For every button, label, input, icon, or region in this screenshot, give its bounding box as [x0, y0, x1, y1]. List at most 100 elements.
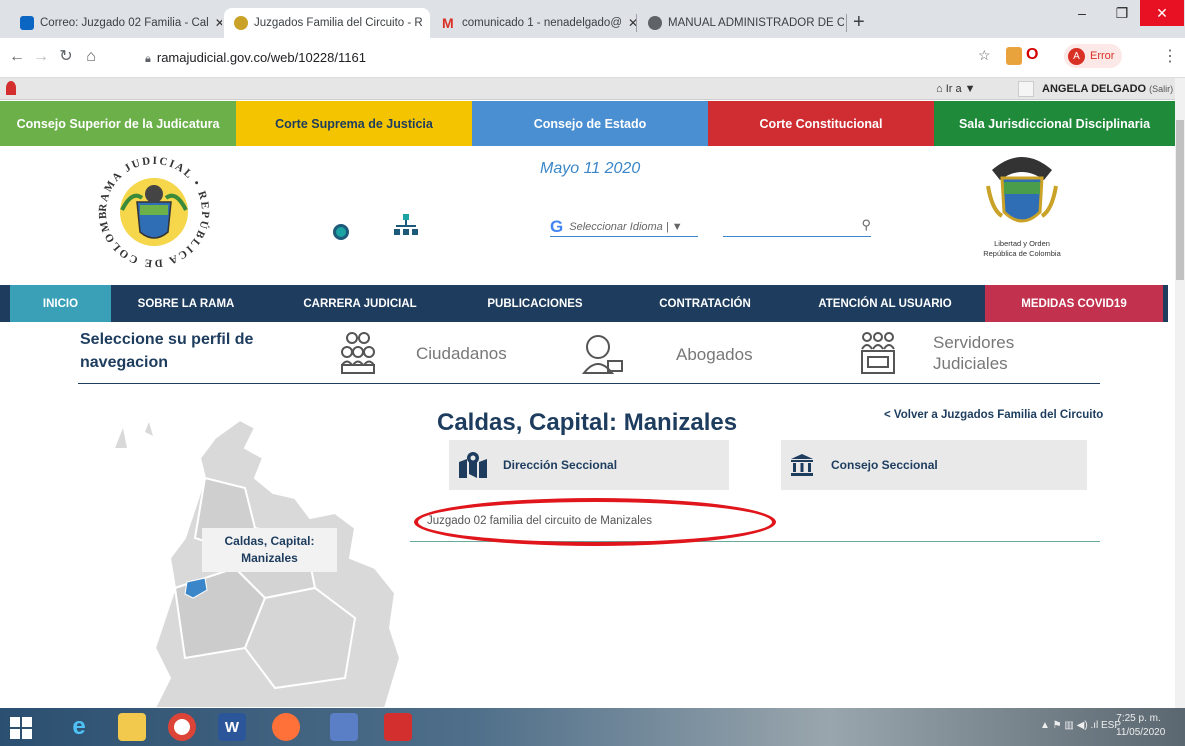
url-text: ramajudicial.gov.co/web/10228/1161 — [156, 50, 366, 65]
seal-caption-line1: Libertad y Orden — [994, 239, 1050, 248]
avatar: A — [1068, 47, 1085, 65]
profile-abogados[interactable]: Abogados — [580, 330, 770, 378]
lawyer-icon — [581, 335, 623, 374]
back-to-juzgados-link[interactable]: < Volver a Juzgados Familia del Circuito — [884, 409, 1103, 421]
back-arrow-icon[interactable]: ← — [6, 46, 28, 68]
map-tooltip: Caldas, Capital: Manizales — [202, 528, 337, 572]
menu-icon[interactable]: ⋮ — [1162, 46, 1178, 66]
map-marker-icon — [459, 452, 487, 478]
browser-tab-correo[interactable]: Correo: Juzgado 02 Familia - Cal ✕ — [10, 8, 222, 38]
user-avatar — [1018, 81, 1034, 97]
red-highlight-circle — [414, 498, 776, 546]
user-name: ANGELA DELGADO — [1042, 83, 1147, 95]
map-tooltip-line1: Caldas, Capital: — [224, 534, 315, 548]
nav-carrera-judicial[interactable]: CARRERA JUDICIAL — [290, 285, 430, 322]
forward-arrow-icon[interactable]: → — [30, 46, 52, 68]
eye-accessibility-icon[interactable] — [333, 224, 349, 240]
taskbar-clock[interactable]: 7:25 p. m. 11/05/2020 — [1116, 712, 1166, 740]
bookmark-star-icon[interactable]: ☆ — [978, 47, 991, 64]
profile-divider — [78, 383, 1100, 384]
profile-ciudadanos[interactable]: Ciudadanos — [340, 328, 530, 378]
clock-date: 11/05/2020 — [1116, 727, 1166, 738]
file-explorer-icon[interactable] — [118, 713, 146, 741]
scrollbar-thumb[interactable] — [1176, 120, 1184, 280]
lock-icon: 🔒︎ — [145, 53, 151, 65]
window-close-button[interactable]: ✕ — [1140, 0, 1184, 26]
opera-extension-icon[interactable]: O — [1026, 46, 1038, 64]
clock-time: 7:25 p. m. — [1116, 713, 1161, 724]
goto-label: Ir a ▼ — [945, 83, 976, 95]
outlook-icon — [20, 16, 34, 30]
home-icon[interactable]: ⌂ — [80, 46, 102, 68]
security-app-icon[interactable] — [384, 713, 412, 741]
google-translate-icon: G — [550, 216, 564, 236]
nav-inicio[interactable]: INICIO — [10, 285, 111, 322]
court-link-consejo-superior[interactable]: Consejo Superior de la Judicatura — [0, 101, 236, 146]
maximize-button[interactable]: ❐ — [1100, 0, 1144, 26]
app-icon[interactable] — [330, 713, 358, 741]
profile-prompt: Seleccione su perfil de navegacion — [80, 328, 253, 374]
court-link-corte-suprema[interactable]: Corte Suprema de Justicia — [236, 101, 472, 146]
tab-separator — [636, 14, 637, 32]
windows-start-icon[interactable] — [10, 717, 32, 739]
consejo-seccional-card[interactable]: Consejo Seccional — [781, 440, 1087, 490]
word-icon[interactable]: W — [218, 713, 246, 741]
close-icon[interactable]: ✕ — [209, 16, 222, 30]
close-icon[interactable]: ✕ — [622, 16, 636, 30]
close-icon[interactable]: ✕ — [423, 16, 430, 30]
sitemap-icon[interactable] — [394, 214, 418, 240]
nav-sobre-la-rama[interactable]: SOBRE LA RAMA — [111, 285, 261, 322]
profile-label-line2: Judiciales — [933, 354, 1008, 373]
profile-label: Servidores Judiciales — [933, 332, 1014, 374]
colombia-coat-of-arms: Libertad y Orden República de Colombia — [982, 150, 1062, 260]
seal-caption-line2: República de Colombia — [983, 249, 1061, 258]
court-link-corte-constitucional[interactable]: Corte Constitucional — [708, 101, 934, 146]
minimize-button[interactable]: ‒ — [1060, 0, 1104, 26]
nav-contratacion[interactable]: CONTRATACIÓN — [640, 285, 770, 322]
current-date: Mayo 11 2020 — [540, 160, 641, 177]
browser-tab-comunicado[interactable]: M comunicado 1 - nenadelgado@ ✕ — [432, 8, 636, 38]
extension-icon[interactable] — [1006, 47, 1022, 65]
firefox-icon[interactable] — [272, 713, 300, 741]
rama-judicial-icon — [234, 16, 248, 30]
tab-title: Correo: Juzgado 02 Familia - Cal — [40, 17, 209, 29]
profile-prompt-line1: Seleccione su perfil de — [80, 331, 254, 348]
language-placeholder: Seleccionar Idioma — [569, 220, 663, 233]
reload-icon[interactable]: ↻ — [55, 46, 77, 68]
page-title: Caldas, Capital: Manizales — [437, 409, 738, 436]
profile-label: Abogados — [676, 344, 753, 364]
gmail-icon: M — [442, 15, 454, 31]
new-tab-button[interactable]: + — [853, 12, 865, 32]
system-tray[interactable]: ▲ ⚑ ▥ ◀) .ıl ESP — [1040, 713, 1121, 739]
card-label: Dirección Seccional — [503, 458, 618, 472]
language-selector[interactable]: G Seleccionar Idioma | ▼ — [550, 217, 698, 237]
site-search-input[interactable]: ⚲ — [723, 217, 871, 237]
court-link-sala-disciplinaria[interactable]: Sala Jurisdiccional Disciplinaria — [934, 101, 1175, 146]
profile-servidores-judiciales[interactable]: Servidores Judiciales — [860, 328, 1050, 378]
tab-title: Juzgados Familia del Circuito - R — [254, 17, 423, 29]
profile-error-button[interactable]: A Error — [1064, 44, 1122, 68]
goto-menu[interactable]: ⌂ Ir a ▼ — [936, 80, 976, 98]
browser-tab-juzgados[interactable]: Juzgados Familia del Circuito - R ✕ — [224, 8, 430, 38]
profile-label-line1: Servidores — [933, 333, 1015, 352]
nav-publicaciones[interactable]: PUBLICACIONES — [470, 285, 600, 322]
profile-status-text: Error — [1090, 50, 1115, 62]
chrome-icon[interactable] — [168, 713, 196, 741]
citizens-icon — [341, 332, 375, 374]
direccion-seccional-card[interactable]: Dirección Seccional — [449, 440, 729, 490]
nav-atencion-usuario[interactable]: ATENCIÓN AL USUARIO — [800, 285, 970, 322]
browser-tab-manual[interactable]: MANUAL ADMINISTRADOR DE C ✕ — [638, 8, 844, 38]
institution-icon — [791, 454, 813, 476]
accessibility-icon[interactable] — [6, 81, 16, 95]
url-field[interactable]: 🔒︎ ramajudicial.gov.co/web/10228/1161 — [145, 46, 366, 71]
user-menu[interactable]: ANGELA DELGADO (Salir) — [1042, 80, 1173, 98]
internet-explorer-icon[interactable]: e — [65, 713, 93, 741]
logout-link[interactable]: (Salir) — [1149, 84, 1173, 94]
tab-title: MANUAL ADMINISTRADOR DE C — [668, 17, 844, 29]
nav-medidas-covid19[interactable]: MEDIDAS COVID19 — [985, 285, 1163, 322]
search-icon[interactable]: ⚲ — [861, 217, 871, 232]
tab-separator — [846, 14, 847, 32]
court-link-consejo-estado[interactable]: Consejo de Estado — [472, 101, 708, 146]
servants-icon — [861, 332, 895, 374]
rama-judicial-logo[interactable]: RAMA JUDICIAL • REPÚBLICA DE COLOMBIA — [87, 141, 216, 274]
